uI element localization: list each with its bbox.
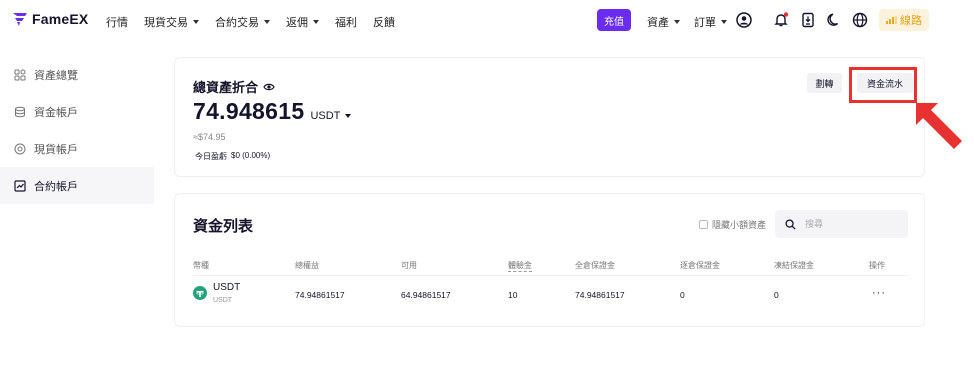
search-box (775, 210, 908, 238)
nav-feedback[interactable]: 反饋 (373, 14, 395, 30)
brand-logo[interactable]: FameEX (12, 11, 88, 27)
sidebar-item-spot-account[interactable]: 現貨帳戶 (0, 130, 154, 167)
download-app-icon[interactable] (800, 12, 816, 28)
sidebar-item-funding-account[interactable]: 資金帳戶 (0, 93, 154, 130)
chart-icon (14, 179, 26, 192)
line-selector[interactable]: 線路 (879, 9, 929, 31)
chevron-down-icon (345, 114, 352, 118)
today-pnl: 今日盈虧 $0 (0.00%) (195, 151, 270, 162)
column-header-action: 操作 (869, 261, 885, 270)
sidebar-item-asset-overview[interactable]: 資產總覽 (0, 56, 154, 93)
fameex-logo-icon (13, 13, 27, 26)
eye-icon[interactable] (263, 82, 275, 92)
chevron-down-icon (721, 20, 727, 24)
sidebar-item-label: 合約帳戶 (34, 180, 78, 193)
grid-icon (14, 69, 26, 80)
hide-small-label: 隱藏小額資產 (712, 220, 767, 230)
pnl-label: 今日盈虧 (195, 152, 227, 161)
bell-icon[interactable] (773, 12, 789, 28)
transfer-button[interactable]: 劃轉 (807, 73, 842, 93)
nav-futures-trading[interactable]: 合約交易 (215, 14, 270, 30)
cell-available: 64.94861517 (401, 290, 451, 300)
balance-row: 74.948615 USDT (193, 98, 352, 125)
nav-orders[interactable]: 訂單 (694, 14, 727, 30)
table-divider (193, 275, 908, 276)
cell-isolated-margin: 0 (680, 290, 685, 300)
cell-equity: 74.94861517 (295, 290, 345, 300)
chevron-down-icon (313, 20, 319, 24)
fund-list-card: 資金列表 隱藏小額資產 幣種 總權益 可用 體驗金 全倉保證金 逐倉保證金 凍結… (174, 193, 925, 327)
checkbox[interactable] (699, 220, 708, 229)
cell-cross-margin: 74.94861517 (575, 290, 625, 300)
signal-icon (886, 16, 897, 24)
nav-label: 合約交易 (215, 17, 259, 29)
chevron-down-icon (264, 20, 270, 24)
column-header-available: 可用 (401, 261, 417, 270)
nav-label: 訂單 (694, 17, 716, 29)
nav-label: 福利 (335, 17, 357, 29)
nav-label: 資產 (647, 17, 669, 29)
highlight-annotation-box (849, 67, 917, 103)
unit-selector[interactable]: USDT (310, 110, 352, 122)
top-navbar: FameEX 行情 現貨交易 合約交易 返佣 福利 反饋 充值 資產 訂單 線路 (0, 0, 974, 40)
hide-small-assets-toggle[interactable]: 隱藏小額資產 (699, 218, 766, 231)
chevron-down-icon (193, 20, 199, 24)
nav-label: 返佣 (286, 17, 308, 29)
fund-list-title: 資金列表 (193, 218, 254, 235)
cell-bonus: 10 (508, 290, 518, 300)
sidebar-item-label: 資產總覽 (34, 69, 78, 82)
coin-name: USDT (213, 282, 241, 293)
column-header-frozen-margin: 凍結保證金 (774, 261, 814, 270)
usdt-coin-icon (193, 286, 207, 300)
total-assets-card: 總資產折合 74.948615 USDT ≈$74.95 今日盈虧 $0 (0.… (174, 57, 925, 177)
nav-assets[interactable]: 資產 (647, 14, 680, 30)
sidebar-item-label: 現貨帳戶 (34, 143, 78, 156)
nav-spot-trading[interactable]: 現貨交易 (144, 14, 199, 30)
line-label: 線路 (900, 15, 922, 27)
nav-welfare[interactable]: 福利 (335, 14, 357, 30)
nav-label: 現貨交易 (144, 17, 188, 29)
column-header-coin: 幣種 (193, 261, 209, 270)
user-icon[interactable] (736, 12, 752, 28)
column-header-bonus[interactable]: 體驗金 (508, 260, 532, 272)
sidebar-item-label: 資金帳戶 (34, 106, 78, 119)
deposit-button[interactable]: 充值 (597, 9, 631, 31)
globe-icon[interactable] (852, 12, 868, 28)
sidebar: 資產總覽 資金帳戶 現貨帳戶 合約帳戶 (0, 56, 154, 204)
database-icon (15, 106, 25, 117)
nav-label: 行情 (106, 17, 128, 29)
nav-markets[interactable]: 行情 (106, 14, 128, 30)
sidebar-item-futures-account[interactable]: 合約帳戶 (0, 167, 154, 204)
column-header-equity: 總權益 (295, 261, 319, 270)
account-nav: 資產 訂單 (647, 14, 741, 30)
target-icon (14, 143, 26, 154)
nav-label: 反饋 (373, 17, 395, 29)
column-header-cross-margin: 全倉保證金 (575, 261, 615, 270)
brand-name: FameEX (32, 11, 89, 27)
chevron-down-icon (674, 20, 680, 24)
total-assets-title: 總資產折合 (193, 77, 275, 96)
total-assets-label: 總資產折合 (193, 80, 259, 95)
unit-label: USDT (310, 110, 341, 122)
balance-value: 74.948615 (193, 98, 305, 124)
column-header-isolated-margin: 逐倉保證金 (680, 261, 720, 270)
pnl-value: $0 (0.00%) (231, 151, 271, 160)
search-input[interactable] (805, 219, 885, 229)
more-actions-button[interactable]: ··· (872, 287, 886, 299)
search-icon (785, 218, 796, 230)
approx-usd-value: ≈$74.95 (193, 132, 226, 142)
moon-icon[interactable] (826, 12, 842, 28)
arrow-annotation-icon (916, 103, 962, 149)
cell-frozen-margin: 0 (774, 290, 779, 300)
coin-subtitle: USDT (213, 297, 233, 304)
main-nav: 行情 現貨交易 合約交易 返佣 福利 反饋 (106, 14, 411, 30)
nav-rebate[interactable]: 返佣 (286, 14, 319, 30)
